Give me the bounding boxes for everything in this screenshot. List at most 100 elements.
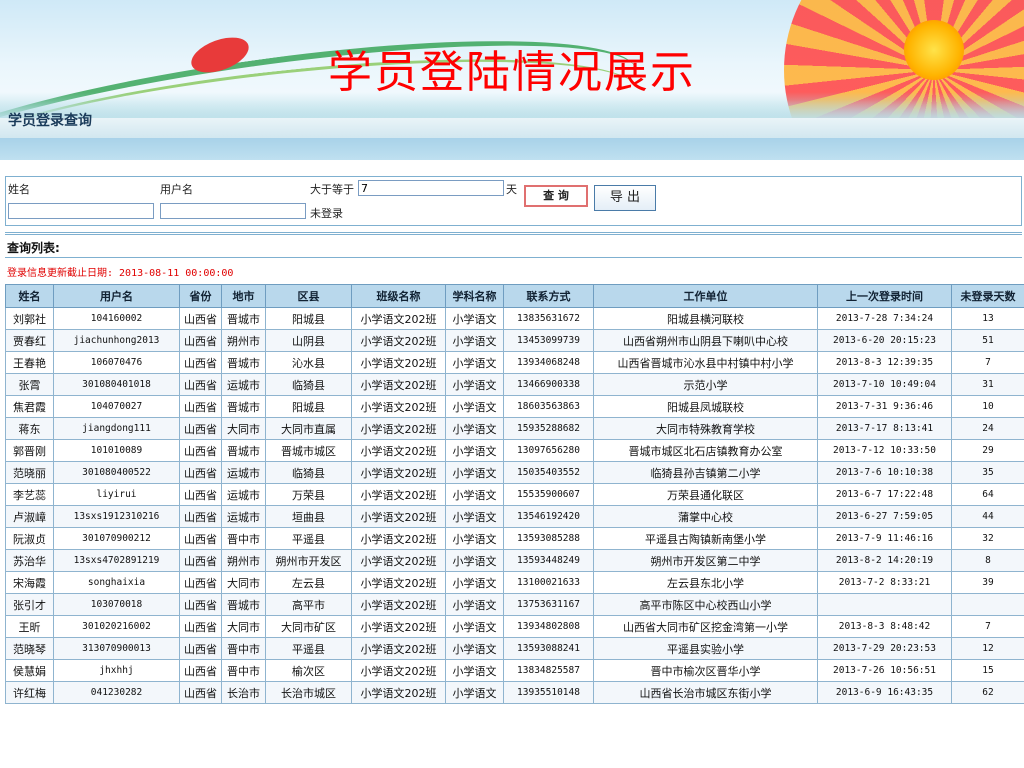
cell-class: 小学语文202班 [351, 615, 446, 638]
cell-subject: 小学语文 [445, 395, 504, 418]
cell-last-login: 2013-7-31 9:36:46 [817, 395, 952, 418]
cell-subject: 小学语文 [445, 417, 504, 440]
search-form: 姓名 用户名 大于等于 天 未登录 查 询 导 出 [5, 176, 1022, 226]
cell-workplace: 山西省大同市矿区挖金湾第一小学 [593, 615, 818, 638]
cell-county: 高平市 [265, 593, 352, 616]
cell-last-login: 2013-8-2 14:20:19 [817, 549, 952, 572]
cell-name: 刘郭社 [5, 307, 54, 330]
cell-class: 小学语文202班 [351, 549, 446, 572]
gte-label: 大于等于 [310, 183, 354, 196]
cell-name: 卢淑嶂 [5, 505, 54, 528]
cell-last-login: 2013-7-29 20:23:53 [817, 637, 952, 660]
cell-province: 山西省 [179, 329, 222, 352]
cell-subject: 小学语文 [445, 483, 504, 506]
export-button[interactable]: 导 出 [594, 185, 656, 211]
cell-last-login: 2013-7-17 8:13:41 [817, 417, 952, 440]
cell-workplace: 阳城县凤城联校 [593, 395, 818, 418]
cell-class: 小学语文202班 [351, 461, 446, 484]
cell-last-login: 2013-7-12 10:33:50 [817, 439, 952, 462]
cell-province: 山西省 [179, 483, 222, 506]
table-row: 蒋东 jiangdong111 山西省 大同市 大同市直属 小学语文202班 小学语文 159… [5, 417, 1024, 440]
column-header: 地市 [221, 284, 266, 308]
cell-city: 运城市 [221, 373, 266, 396]
table-row: 王昕 301020216002 山西省 大同市 大同市矿区 小学语文202班 小学语文 139… [5, 615, 1024, 638]
cell-workplace: 阳城县横河联校 [593, 307, 818, 330]
cell-username: 106070476 [53, 351, 180, 374]
cell-county: 榆次区 [265, 659, 352, 682]
divider-strip [0, 138, 1024, 160]
cell-contact: 13753631167 [503, 593, 594, 616]
cell-last-login: 2013-6-20 20:15:23 [817, 329, 952, 352]
column-header: 姓名 [5, 284, 54, 308]
cell-last-login: 2013-7-26 10:56:51 [817, 659, 952, 682]
cell-province: 山西省 [179, 527, 222, 550]
cell-class: 小学语文202班 [351, 527, 446, 550]
cell-subject: 小学语文 [445, 549, 504, 572]
cell-name: 蒋东 [5, 417, 54, 440]
query-button[interactable]: 查 询 [524, 185, 588, 207]
table-row: 阮淑贞 301070900212 山西省 晋中市 平遥县 小学语文202班 小学语文 1359… [5, 527, 1024, 550]
cell-contact: 13934068248 [503, 351, 594, 374]
cell-city: 运城市 [221, 483, 266, 506]
cell-username: 101010089 [53, 439, 180, 462]
cell-workplace: 晋中市榆次区晋华小学 [593, 659, 818, 682]
cell-workplace: 高平市陈区中心校西山小学 [593, 593, 818, 616]
cell-province: 山西省 [179, 461, 222, 484]
cell-last-login: 2013-7-28 7:34:24 [817, 307, 952, 330]
table-row: 王春艳 106070476 山西省 晋城市 沁水县 小学语文202班 小学语文 1393406… [5, 351, 1024, 374]
cell-contact: 15935288682 [503, 417, 594, 440]
cell-province: 山西省 [179, 351, 222, 374]
cell-days [951, 593, 1024, 616]
cell-username: songhaixia [53, 571, 180, 594]
cell-username: 301070900212 [53, 527, 180, 550]
cell-class: 小学语文202班 [351, 483, 446, 506]
cell-workplace: 山西省朔州市山阴县下喇叭中心校 [593, 329, 818, 352]
cell-contact: 13835631672 [503, 307, 594, 330]
cell-name: 焦君霞 [5, 395, 54, 418]
cell-county: 平遥县 [265, 527, 352, 550]
cell-subject: 小学语文 [445, 373, 504, 396]
table-row: 侯慧娟 jhxhhj 山西省 晋中市 榆次区 小学语文202班 小学语文 1383482558… [5, 659, 1024, 682]
cell-days: 12 [951, 637, 1024, 660]
cell-province: 山西省 [179, 417, 222, 440]
cell-workplace: 平遥县古陶镇新南堡小学 [593, 527, 818, 550]
cell-name: 范晓丽 [5, 461, 54, 484]
cell-subject: 小学语文 [445, 571, 504, 594]
cell-days: 62 [951, 681, 1024, 704]
table-row: 刘郭社 104160002 山西省 晋城市 阳城县 小学语文202班 小学语文 1383563… [5, 307, 1024, 330]
table-row: 张引才 103070018 山西省 晋城市 高平市 小学语文202班 小学语文 1375363… [5, 593, 1024, 616]
cell-contact: 13593448249 [503, 549, 594, 572]
cell-workplace: 山西省晋城市沁水县中村镇中村小学 [593, 351, 818, 374]
cell-name: 王春艳 [5, 351, 54, 374]
cell-city: 晋中市 [221, 637, 266, 660]
cell-username: 13sxs1912310216 [53, 505, 180, 528]
cell-county: 临猗县 [265, 461, 352, 484]
cell-county: 大同市矿区 [265, 615, 352, 638]
cell-name: 王昕 [5, 615, 54, 638]
cell-contact: 13097656280 [503, 439, 594, 462]
login-table: 姓名 用户名 省份 地市 区县 班级名称 学科名称 联系方式 工作单位 上一次登… [5, 284, 1024, 704]
name-input[interactable] [8, 203, 154, 219]
cell-workplace: 万荣县通化联区 [593, 483, 818, 506]
cell-subject: 小学语文 [445, 615, 504, 638]
cell-county: 垣曲县 [265, 505, 352, 528]
cell-class: 小学语文202班 [351, 395, 446, 418]
cell-class: 小学语文202班 [351, 571, 446, 594]
column-header: 上一次登录时间 [817, 284, 952, 308]
cell-province: 山西省 [179, 571, 222, 594]
column-header: 联系方式 [503, 284, 594, 308]
cell-city: 大同市 [221, 615, 266, 638]
cell-subject: 小学语文 [445, 659, 504, 682]
cell-username: jiachunhong2013 [53, 329, 180, 352]
username-input[interactable] [160, 203, 306, 219]
cell-contact: 13100021633 [503, 571, 594, 594]
days-input[interactable] [358, 180, 504, 196]
cell-workplace: 大同市特殊教育学校 [593, 417, 818, 440]
cell-name: 侯慧娟 [5, 659, 54, 682]
column-header: 未登录天数 [951, 284, 1024, 308]
cell-province: 山西省 [179, 505, 222, 528]
cell-name: 范晓琴 [5, 637, 54, 660]
cell-name: 张霄 [5, 373, 54, 396]
cell-city: 运城市 [221, 461, 266, 484]
cell-county: 左云县 [265, 571, 352, 594]
